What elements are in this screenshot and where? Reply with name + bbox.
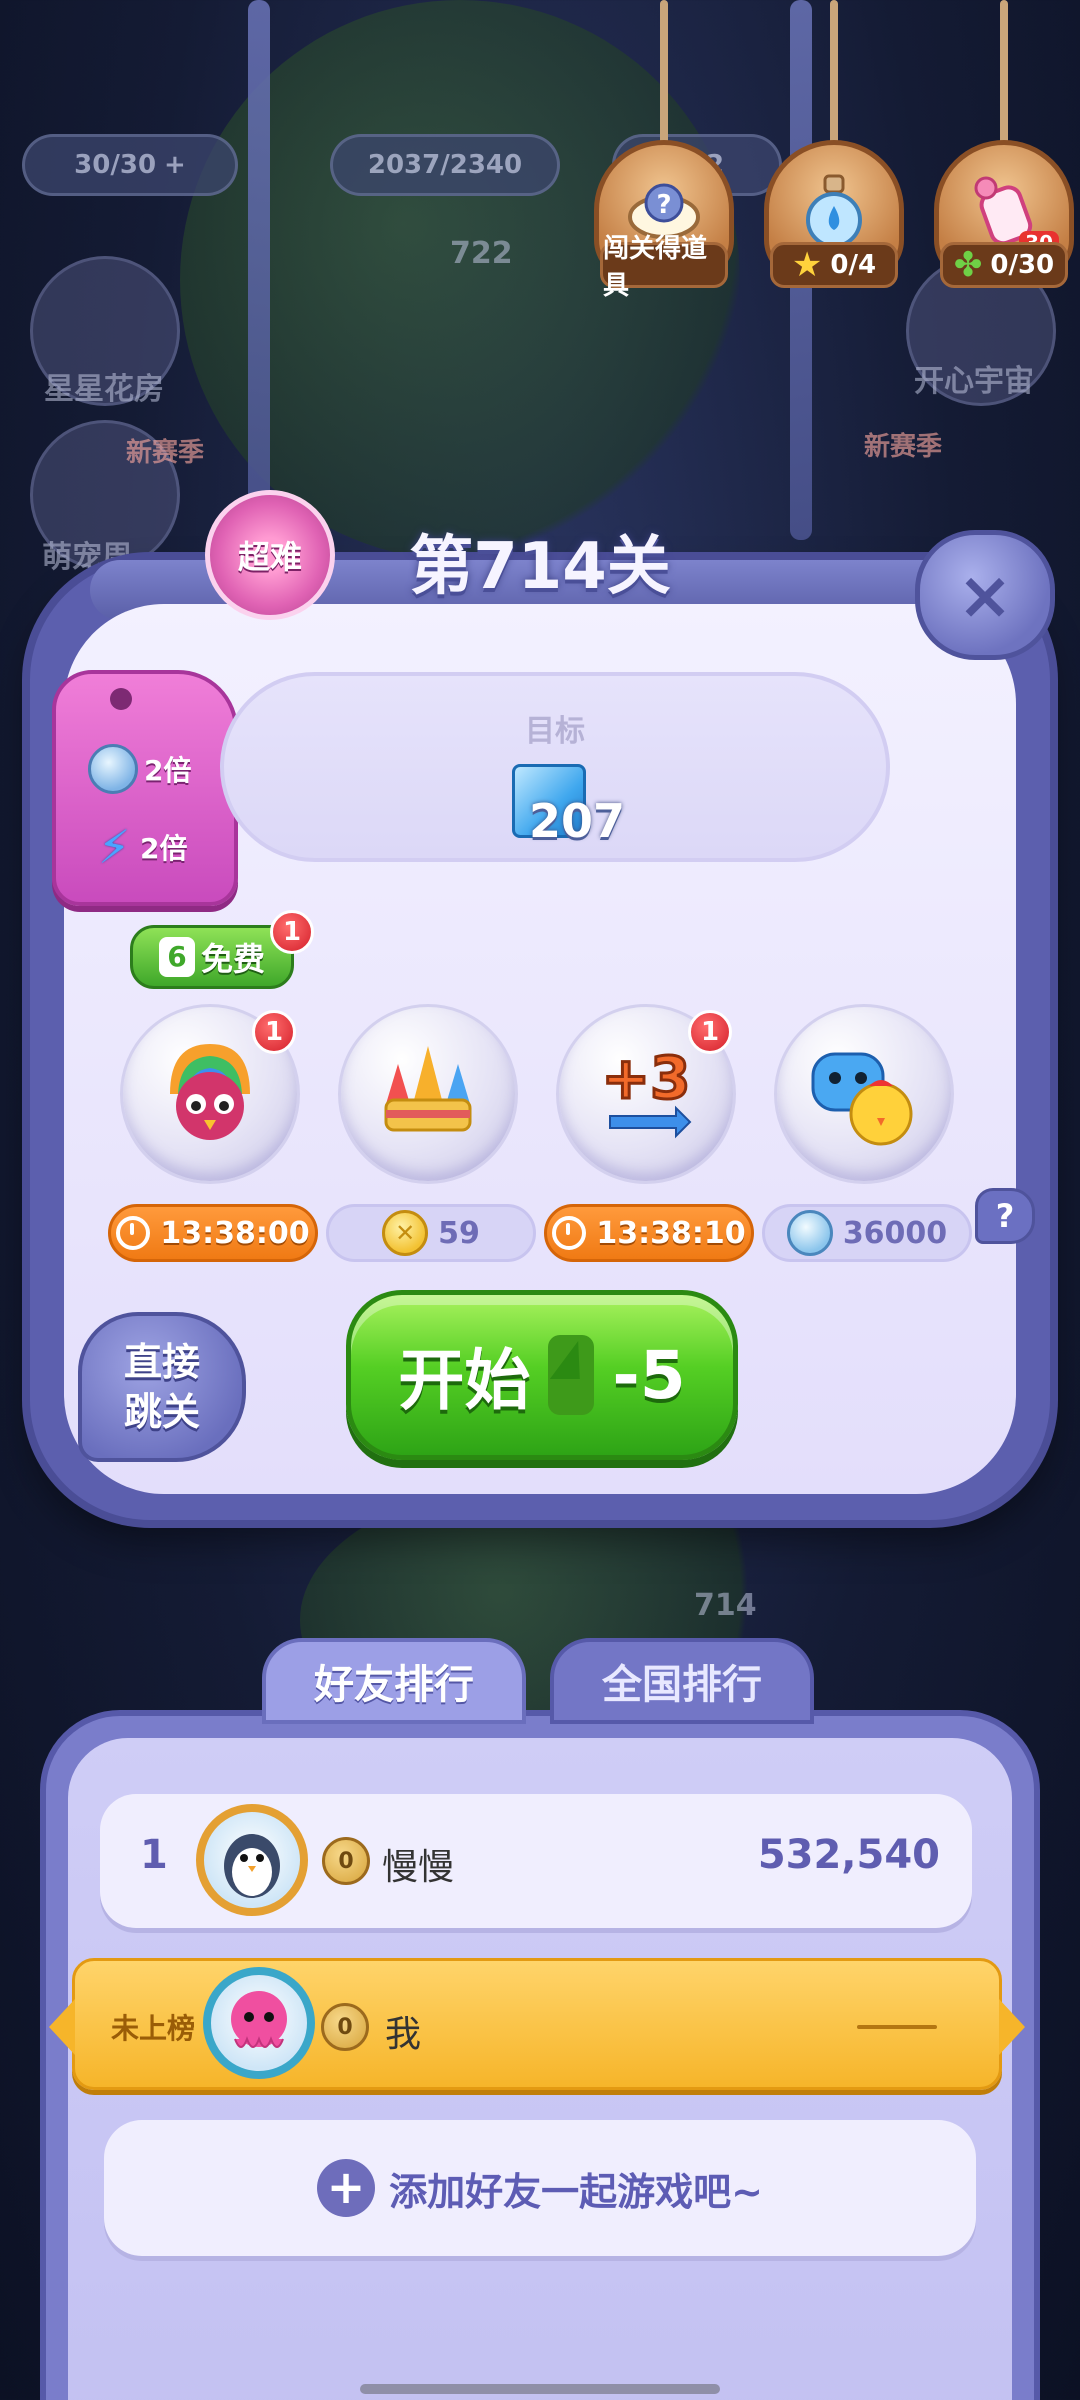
penguin-avatar-icon (224, 1834, 280, 1898)
player-name: 慢慢 (382, 1847, 455, 1888)
energy-bonus-label: 2倍 (140, 832, 188, 865)
stars-progress[interactable]: 2037/2340 (330, 134, 560, 196)
skip-label-line2: 跳关 (123, 1390, 200, 1434)
booster-timer: 13:38:00 (108, 1204, 318, 1262)
player-level-badge: 0 (322, 1837, 370, 1885)
add-friend-label: 添加好友一起游戏吧~ (389, 2169, 763, 2214)
svg-text:?: ? (656, 190, 671, 220)
notification-badge: 1 (270, 910, 314, 954)
add-friend-button[interactable]: + 添加好友一起游戏吧~ (104, 2120, 976, 2256)
stars-progress-value: 2037/2340 (367, 150, 523, 180)
map-vine (248, 0, 270, 560)
tab-friends-ranking[interactable]: 好友排行 (262, 1638, 526, 1724)
booster-timer: 13:38:10 (544, 1204, 754, 1262)
booster-pets[interactable] (774, 1004, 954, 1184)
timer-value: 13:38:10 (596, 1215, 746, 1251)
start-cost: -5 (612, 1336, 686, 1414)
coin-icon (88, 744, 138, 794)
tag-rope (660, 0, 668, 150)
clover-goal-value: 0/30 (990, 250, 1055, 280)
pets-icon (811, 1052, 913, 1146)
free-label: 免费 (200, 940, 265, 978)
gold-coin-icon: ✕ (382, 1210, 429, 1256)
octopus-avatar-icon (231, 1991, 287, 2048)
skip-label-line1: 直接 (123, 1340, 200, 1384)
booster-price: 36000 (762, 1204, 972, 1262)
player-name: 我 (385, 2014, 422, 2055)
difficulty-badge: 超难 (205, 490, 335, 620)
energy-plus: + (164, 150, 186, 180)
help-button[interactable]: ? (975, 1188, 1035, 1244)
goal-panel: 目标 207 (220, 672, 890, 862)
tag-rope (1000, 0, 1008, 150)
tab-national-ranking[interactable]: 全国排行 (550, 1638, 814, 1724)
leaderboard-row[interactable]: 1 0 慢慢 532,540 (100, 1794, 972, 1928)
tag-rope (830, 0, 838, 150)
goal-count: 207 (529, 794, 626, 848)
lightning-icon (548, 1335, 595, 1415)
player-score: 532,540 (757, 1832, 940, 1878)
tab-label: 好友排行 (314, 1662, 474, 1708)
rainbow-bird-icon (170, 1044, 250, 1140)
video-ad-icon: 6 (158, 937, 195, 977)
star-icon: ★ (791, 245, 823, 285)
rank-number: 1 (140, 1832, 168, 1878)
clover-goal-tag[interactable]: 30 ✤ 0/30 (934, 0, 1074, 290)
potion-bottle-icon-svg (806, 174, 862, 248)
skip-level-button[interactable]: 直接 跳关 (78, 1312, 246, 1462)
map-level-number: 714 (694, 1588, 757, 1623)
goal-label: 目标 (525, 714, 585, 749)
clover-icon: ✤ (953, 245, 983, 285)
energy-bonus: ⚡ 2倍 (98, 822, 187, 872)
plus-three-glyph: +3 (602, 1044, 691, 1112)
unranked-label: 未上榜 (111, 2012, 196, 2045)
no-score-dash (857, 2025, 937, 2029)
star-goal-tag[interactable]: ★ 0/4 (764, 0, 904, 290)
start-label: 开始 (398, 1342, 531, 1419)
notification-badge: 1 (688, 1010, 732, 1054)
map-label: 星星花房 (44, 372, 164, 407)
avatar (203, 1967, 315, 2079)
booster-rockets[interactable] (338, 1004, 518, 1184)
map-level-number: 722 (450, 236, 513, 271)
star-goal-count: ★ 0/4 (770, 242, 898, 288)
notification-badge: 1 (252, 1010, 296, 1054)
avatar (196, 1804, 308, 1916)
clock-icon (116, 1216, 151, 1250)
price-value: 36000 (842, 1215, 948, 1251)
reward-tag[interactable]: ? 闯关得道具 (594, 0, 734, 301)
energy-value: 30/30 (74, 150, 157, 180)
lightning-icon: ⚡ (98, 820, 131, 874)
coin-bonus: 2倍 (88, 744, 191, 794)
silver-coin-icon (786, 1210, 833, 1256)
clock-icon (552, 1216, 587, 1250)
home-indicator[interactable] (360, 2384, 720, 2394)
my-rank-row[interactable]: 未上榜 0 我 (49, 1958, 1025, 2090)
new-season-badge: 新赛季 (864, 432, 943, 462)
tab-label: 全国排行 (602, 1662, 762, 1708)
player-level-badge: 0 (321, 2003, 369, 2051)
plus-three-icon: +3 (600, 1043, 692, 1139)
new-season-badge: 新赛季 (126, 438, 205, 468)
reward-tag-label: 闯关得道具 (600, 234, 728, 301)
question-icon: ? (995, 1197, 1015, 1235)
close-button[interactable]: × (915, 530, 1055, 660)
booster-price: ✕ 59 (326, 1204, 536, 1262)
plus-icon: + (317, 2159, 376, 2217)
price-value: 59 (438, 1215, 480, 1251)
clover-goal-count: ✤ 0/30 (940, 242, 1068, 288)
map-label: 开心宇宙 (914, 364, 1034, 399)
double-bonus-tag: 2倍 ⚡ 2倍 (52, 670, 238, 906)
timer-value: 13:38:00 (160, 1215, 310, 1251)
rockets-icon (384, 1046, 472, 1132)
start-button[interactable]: 开始 -5 (346, 1290, 738, 1460)
close-icon: × (957, 556, 1013, 634)
tag-hole (110, 688, 132, 710)
star-goal-value: 0/4 (830, 250, 877, 280)
energy-counter[interactable]: 30/30 + (22, 134, 238, 196)
coin-bonus-label: 2倍 (144, 754, 192, 787)
